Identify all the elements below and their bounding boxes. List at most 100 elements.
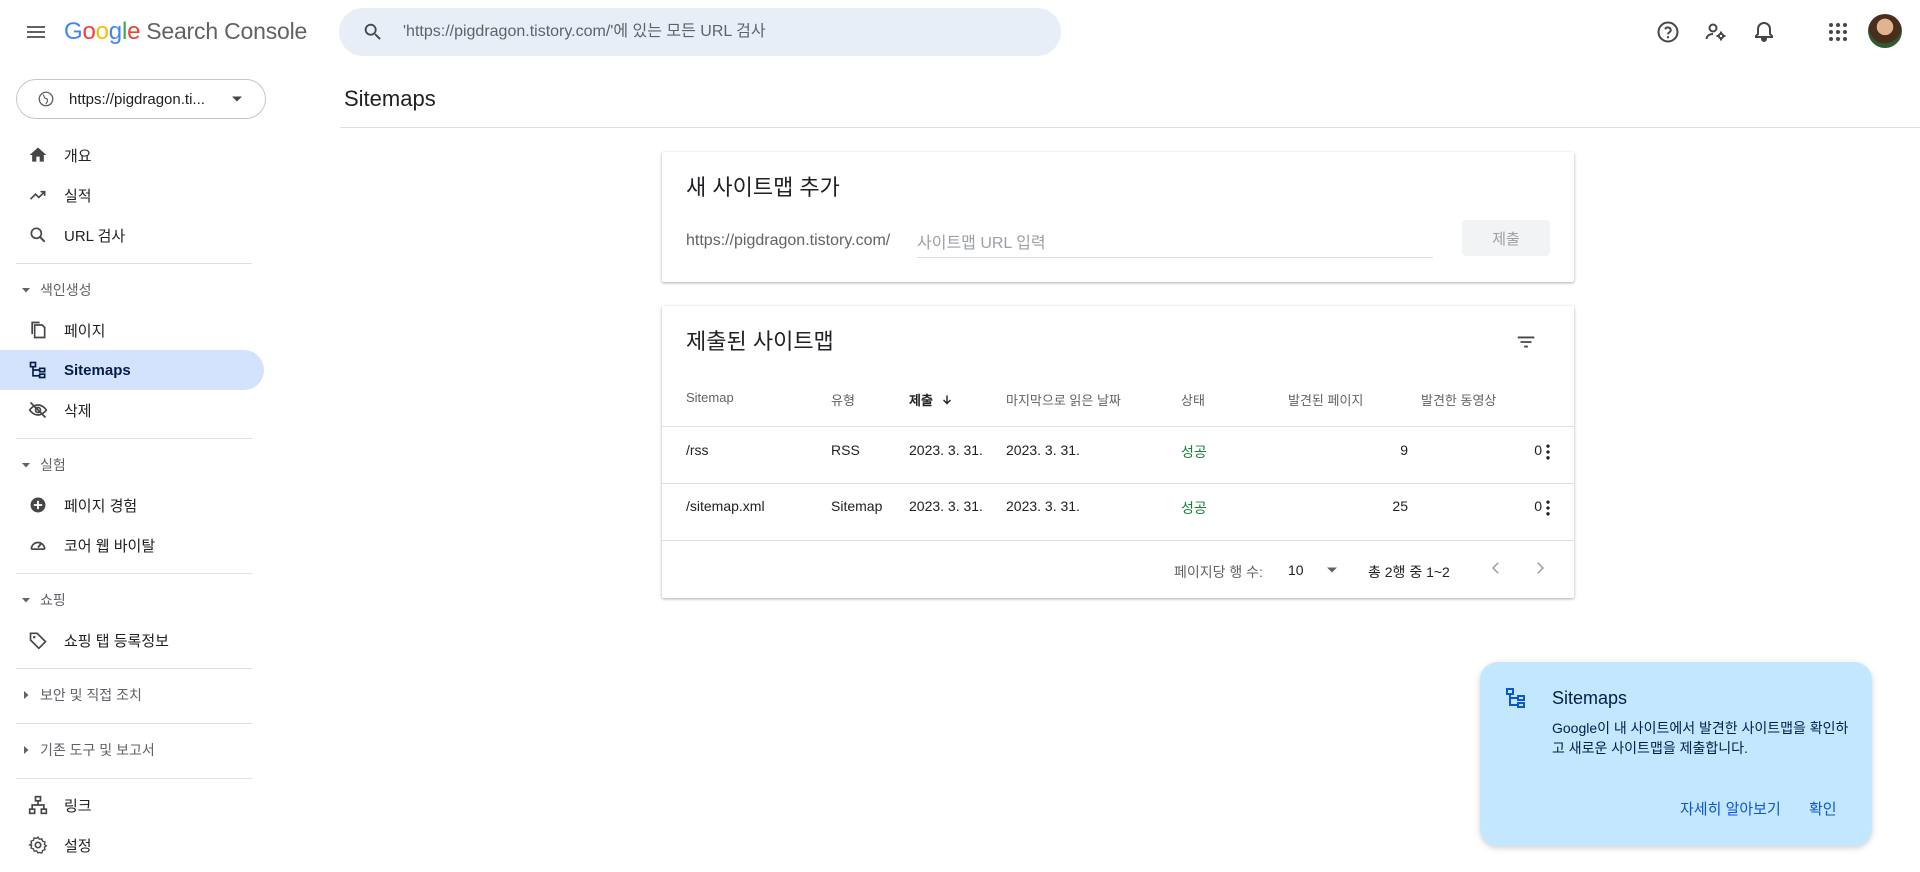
nav-label: 링크 [64,797,92,815]
section-experiments-toggle[interactable]: 실험 [0,449,66,481]
status-badge: 성공 [1181,500,1207,516]
nav-label: 설정 [64,837,92,855]
cell-type: Sitemap [831,498,883,514]
google-wordmark: Google [64,18,141,45]
filter-icon[interactable] [1510,326,1542,358]
learn-more-link[interactable]: 자세히 알아보기 [1680,798,1781,819]
section-legacy-toggle[interactable]: 기존 도구 및 보고서 [0,734,155,766]
collapse-triangle-icon [20,284,32,296]
dropdown-caret-icon [1326,564,1338,576]
nav-pages[interactable]: 페이지 [0,310,264,350]
column-header-type[interactable]: 유형 [831,390,855,409]
add-sitemap-card: 새 사이트맵 추가 https://pigdragon.tistory.com/… [662,152,1574,282]
expand-triangle-icon [20,744,32,756]
search-icon [349,8,397,56]
nav-links[interactable]: 링크 [0,785,264,825]
divider [16,668,252,669]
nav-label: Sitemaps [64,361,131,379]
divider [340,127,1920,128]
manage-users-icon[interactable] [1700,16,1732,48]
nav-label: 코어 웹 바이탈 [64,537,156,555]
tag-icon [28,630,48,650]
divider [16,263,252,264]
notifications-icon[interactable] [1748,16,1780,48]
submitted-sitemaps-card: 제출된 사이트맵 Sitemap 유형 제출 마지막으로 읽은 날짜 상태 발견… [662,306,1574,598]
account-avatar[interactable] [1868,14,1902,48]
chevron-right-icon[interactable] [1524,552,1556,584]
nav-label: 개요 [64,147,92,165]
nav-settings[interactable]: 설정 [0,825,264,865]
links-icon [28,795,48,815]
section-label: 색인생성 [40,282,92,298]
cell-last-read: 2023. 3. 31. [1006,442,1080,458]
divider [16,438,252,439]
search-input[interactable] [403,23,1023,41]
nav-core-web-vitals[interactable]: 코어 웹 바이탈 [0,525,264,565]
nav-page-experience[interactable]: 페이지 경험 [0,485,264,525]
page-range: 총 2행 중 1~2 [1368,564,1450,580]
rows-per-page-label: 페이지당 행 수: [1174,564,1263,580]
nav-label: 페이지 [64,322,106,340]
nav-overview[interactable]: 개요 [0,135,264,175]
divider [662,540,1574,541]
nav-shopping-listings[interactable]: 쇼핑 탭 등록정보 [0,620,264,660]
more-vert-icon[interactable] [1536,440,1560,464]
help-card-body: Google이 내 사이트에서 발견한 사이트맵을 확인하고 새로운 사이트맵을… [1552,720,1849,756]
cell-last-read: 2023. 3. 31. [1006,498,1080,514]
menu-icon[interactable] [18,14,54,50]
section-indexing-toggle[interactable]: 색인생성 [0,274,92,306]
column-header-label: 제출 [909,393,933,408]
property-selector[interactable]: https://pigdragon.ti... [16,79,266,119]
cell-sitemap[interactable]: /rss [686,442,709,458]
rows-per-page-select[interactable]: 10 [1288,562,1338,578]
status-badge: 성공 [1181,444,1207,460]
home-icon [28,145,48,165]
url-prefix: https://pigdragon.tistory.com/ [686,232,891,249]
nav-sitemaps[interactable]: Sitemaps [0,350,264,390]
product-name: Search Console [146,18,308,44]
arrow-down-icon [939,392,955,408]
more-vert-icon[interactable] [1536,496,1560,520]
column-header-last-read[interactable]: 마지막으로 읽은 날짜 [1006,390,1121,409]
search-icon [28,225,48,245]
pages-icon [28,320,48,340]
chevron-left-icon[interactable] [1480,552,1512,584]
app-logo[interactable]: Google Search Console [64,18,307,46]
submit-button[interactable]: 제출 [1462,220,1550,256]
cell-type: RSS [831,442,860,458]
column-header-discovered-videos[interactable]: 발견한 동영상 [1421,390,1496,409]
help-icon[interactable] [1652,16,1684,48]
divider [16,778,252,779]
help-card-title: Sitemaps [1552,688,1628,708]
nav-performance[interactable]: 실적 [0,175,264,215]
divider [16,573,252,574]
column-header-sitemap[interactable]: Sitemap [686,390,734,405]
divider [662,426,1574,427]
section-label: 기존 도구 및 보고서 [40,742,155,758]
nav-removals[interactable]: 삭제 [0,390,264,430]
nav-label: 쇼핑 탭 등록정보 [64,632,169,650]
card-title: 새 사이트맵 추가 [686,175,840,200]
column-header-discovered-pages[interactable]: 발견된 페이지 [1288,390,1363,409]
nav-label: 페이지 경험 [64,497,138,515]
speedometer-icon [28,535,48,555]
confirm-button[interactable]: 확인 [1809,798,1837,819]
card-title: 제출된 사이트맵 [686,329,834,354]
cell-submitted: 2023. 3. 31. [909,442,983,458]
eye-off-icon [28,400,48,420]
nav-url-inspection[interactable]: URL 검사 [0,215,264,255]
url-inspection-search[interactable] [339,8,1061,56]
cell-sitemap[interactable]: /sitemap.xml [686,498,765,514]
section-shopping-toggle[interactable]: 쇼핑 [0,584,66,616]
gear-icon [28,835,48,855]
apps-grid-icon[interactable] [1822,16,1854,48]
column-header-status[interactable]: 상태 [1181,390,1205,409]
collapse-triangle-icon [20,459,32,471]
section-label: 보안 및 직접 조치 [40,687,142,703]
column-header-submitted[interactable]: 제출 [909,390,955,409]
nav-label: 삭제 [64,402,92,420]
section-security-toggle[interactable]: 보안 및 직접 조치 [0,679,142,711]
property-name: https://pigdragon.ti... [69,90,205,108]
sitemap-url-input[interactable] [917,230,1433,258]
nav-label: 실적 [64,187,92,205]
